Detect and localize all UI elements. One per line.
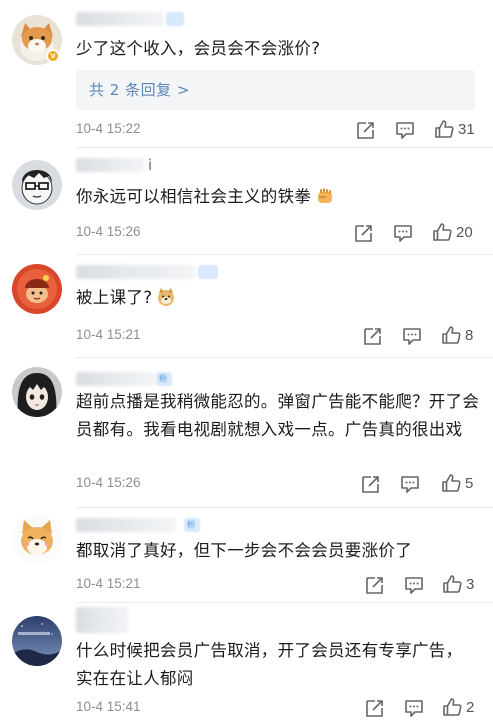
share-icon[interactable] <box>364 574 386 596</box>
like-count: 8 <box>465 327 474 344</box>
comment-icon[interactable] <box>403 697 425 719</box>
avatar[interactable] <box>12 367 62 417</box>
like-count: 3 <box>466 576 475 593</box>
username-blurred[interactable] <box>76 518 176 532</box>
comment-text: 少了这个收入，会员会不会涨价? <box>76 39 321 58</box>
like-icon[interactable] <box>440 472 462 494</box>
comment-text-body: 你永远可以相信社会主义的铁拳 <box>76 187 312 206</box>
like-count: 20 <box>456 224 473 241</box>
username-blurred[interactable] <box>76 607 128 633</box>
comment-time: 10-4 15:26 <box>76 224 141 239</box>
comment-text: 你永远可以相信社会主义的铁拳 <box>76 183 476 211</box>
avatar[interactable] <box>12 264 62 314</box>
comment-text: 都取消了真好，但下一步会不会会员要涨价了 <box>76 541 412 560</box>
anime-girl-avatar-image <box>12 367 62 417</box>
replies-label: 共 2 条回复 > <box>89 81 190 99</box>
username-blurred[interactable] <box>76 158 144 172</box>
comment-item: i 你永远可以相信社会主义的铁拳 10-4 15:26 20 <box>0 148 493 255</box>
like-icon[interactable] <box>433 118 455 140</box>
shiba-avatar-image <box>12 514 62 564</box>
like-count: 31 <box>458 121 475 138</box>
comment-icon[interactable] <box>392 222 414 244</box>
comment-time: 10-4 15:41 <box>76 699 141 714</box>
comment-time: 10-4 15:22 <box>76 121 141 136</box>
like-count: 2 <box>466 699 475 716</box>
fan-badge-label: 粉 <box>159 374 167 383</box>
username-suffix: i <box>148 156 153 174</box>
like-count: 5 <box>465 475 474 492</box>
comment-item: 粉 超前点播是我稍微能忍的。弹窗广告能不能爬？开了会员都有。我看电视剧就想入戏一… <box>0 358 493 508</box>
cartoon-glasses-avatar-image <box>12 160 62 210</box>
comment-icon[interactable] <box>399 473 421 495</box>
comment-item: 被上课了? 10-4 15:21 8 <box>0 255 493 358</box>
comment-time: 10-4 15:21 <box>76 576 141 591</box>
avatar[interactable] <box>12 616 62 666</box>
comment-item: v 少了这个收入，会员会不会涨价? 共 2 条回复 > 10-4 15:22 3… <box>0 0 493 148</box>
comment-icon[interactable] <box>394 119 416 141</box>
fist-emoji-icon <box>318 188 333 203</box>
comment-text: 什么时候把会员广告取消，开了会员还有专享广告，实在在让人郁闷 <box>76 641 463 688</box>
comment-icon[interactable] <box>401 325 423 347</box>
red-character-avatar-image <box>12 264 62 314</box>
share-icon[interactable] <box>360 473 382 495</box>
doge-emoji-icon <box>158 288 175 306</box>
verified-badge-icon: v <box>46 49 60 63</box>
like-icon[interactable] <box>441 696 463 718</box>
replies-expand-button[interactable]: 共 2 条回复 > <box>76 70 475 110</box>
night-sky-avatar-image <box>12 616 62 666</box>
share-icon[interactable] <box>362 325 384 347</box>
comment-text: 被上课了? <box>76 284 476 312</box>
comment-item: 什么时候把会员广告取消，开了会员还有专享广告，实在在让人郁闷 10-4 15:4… <box>0 603 493 725</box>
comment-item: 粉 都取消了真好，但下一步会不会会员要涨价了 10-4 15:21 3 <box>0 508 493 603</box>
fan-badge: 粉 <box>156 372 172 386</box>
username-blurred[interactable] <box>76 265 196 279</box>
avatar[interactable] <box>12 160 62 210</box>
username-blurred[interactable] <box>76 372 156 386</box>
like-icon[interactable] <box>440 324 462 346</box>
share-icon[interactable] <box>364 697 386 719</box>
comment-text-body: 被上课了? <box>76 288 153 307</box>
comment-text: 超前点播是我稍微能忍的。弹窗广告能不能爬？开了会员都有。我看电视剧就想入戏一点。… <box>76 392 480 439</box>
share-icon[interactable] <box>353 222 375 244</box>
share-icon[interactable] <box>355 119 377 141</box>
comment-icon[interactable] <box>403 574 425 596</box>
like-icon[interactable] <box>441 573 463 595</box>
fan-badge-label: 粉 <box>187 520 195 529</box>
avatar[interactable] <box>12 514 62 564</box>
like-icon[interactable] <box>431 221 453 243</box>
comment-time: 10-4 15:21 <box>76 327 141 342</box>
username-blurred[interactable] <box>76 12 164 26</box>
fan-badge <box>198 265 218 279</box>
fan-badge: 粉 <box>184 518 200 532</box>
comment-time: 10-4 15:26 <box>76 475 141 490</box>
fan-badge <box>166 12 184 26</box>
